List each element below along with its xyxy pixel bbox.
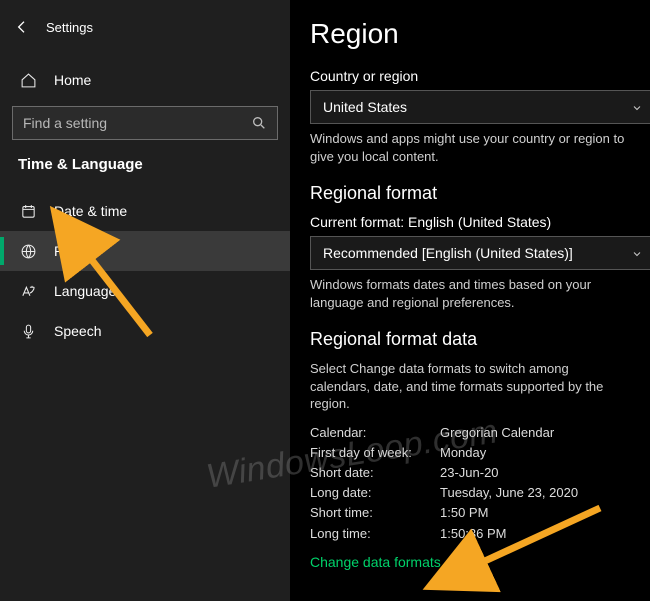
regional-format-value: Recommended [English (United States)] [323,245,573,261]
row-key: First day of week: [310,443,440,463]
nav-label: Language [54,283,116,299]
row-key: Short date: [310,463,440,483]
regional-format-dropdown[interactable]: Recommended [English (United States)] [310,236,650,270]
nav-label: Region [54,243,98,259]
nav-list: Date & time Region Language Speech [0,191,290,351]
category-title: Time & Language [0,150,290,185]
search-placeholder: Find a setting [23,115,107,131]
language-icon [18,281,38,301]
nav-region[interactable]: Region [0,231,290,271]
table-row: Long date: Tuesday, June 23, 2020 [310,483,630,503]
format-data-heading: Regional format data [310,329,630,350]
regional-format-desc: Windows formats dates and times based on… [310,276,630,311]
row-key: Long date: [310,483,440,503]
chevron-down-icon [631,101,643,113]
back-row: Settings [0,8,290,46]
home-nav[interactable]: Home [0,60,290,100]
format-data-desc: Select Change data formats to switch amo… [310,360,630,413]
row-val: Tuesday, June 23, 2020 [440,483,578,503]
table-row: Short time: 1:50 PM [310,503,630,523]
row-val: Monday [440,443,486,463]
microphone-icon [18,321,38,341]
row-val: 1:50 PM [440,503,488,523]
clock-icon [18,201,38,221]
page-title: Region [310,18,630,50]
nav-label: Date & time [54,203,127,219]
nav-date-time[interactable]: Date & time [0,191,290,231]
regional-format-heading: Regional format [310,183,630,204]
table-row: Long time: 1:50:36 PM [310,524,630,544]
change-data-formats-link[interactable]: Change data formats [310,554,630,570]
row-val: Gregorian Calendar [440,423,554,443]
sidebar: Settings Home Find a setting Time & Lang… [0,0,290,601]
row-val: 23-Jun-20 [440,463,499,483]
globe-icon [18,241,38,261]
home-icon [18,70,38,90]
settings-window: Settings Home Find a setting Time & Lang… [0,0,650,601]
chevron-down-icon [631,247,643,259]
search-icon [251,115,267,131]
row-val: 1:50:36 PM [440,524,507,544]
row-key: Short time: [310,503,440,523]
country-value: United States [323,99,407,115]
search-input[interactable]: Find a setting [12,106,278,140]
home-label: Home [54,72,91,88]
country-dropdown[interactable]: United States [310,90,650,124]
row-key: Calendar: [310,423,440,443]
nav-language[interactable]: Language [0,271,290,311]
table-row: First day of week: Monday [310,443,630,463]
nav-speech[interactable]: Speech [0,311,290,351]
current-format-label: Current format: English (United States) [310,214,630,230]
nav-label: Speech [54,323,101,339]
country-label: Country or region [310,68,630,84]
format-data-table: Calendar: Gregorian Calendar First day o… [310,423,630,544]
table-row: Calendar: Gregorian Calendar [310,423,630,443]
back-icon[interactable] [12,17,32,37]
row-key: Long time: [310,524,440,544]
country-desc: Windows and apps might use your country … [310,130,630,165]
app-title: Settings [46,20,93,35]
table-row: Short date: 23-Jun-20 [310,463,630,483]
content-pane: Region Country or region United States W… [290,0,650,601]
